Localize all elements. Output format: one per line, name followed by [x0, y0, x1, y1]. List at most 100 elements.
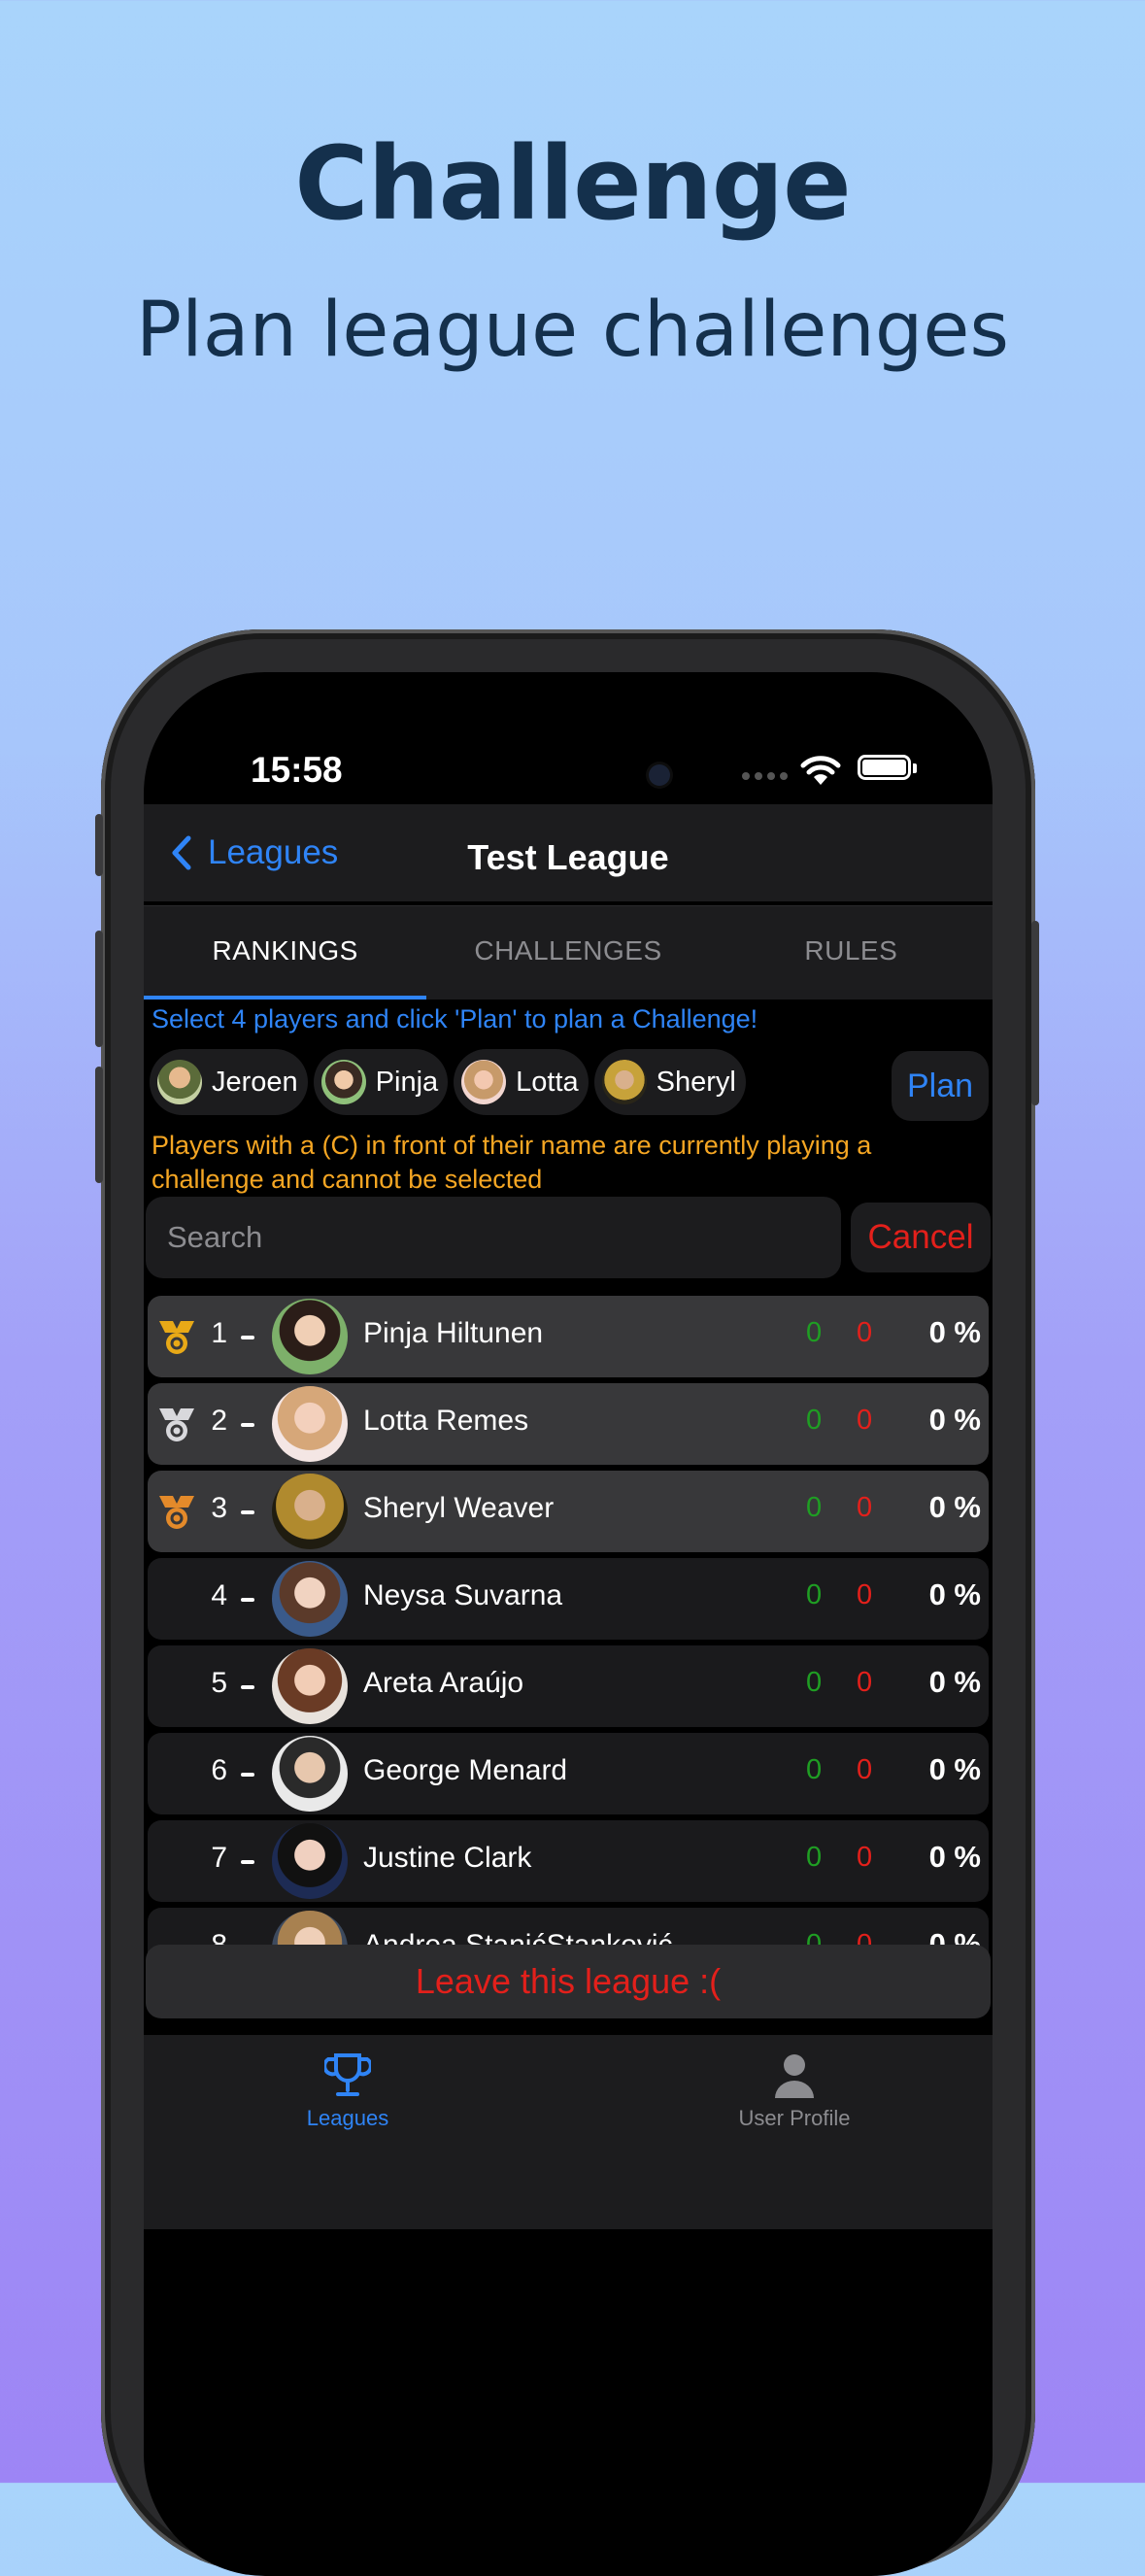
wins-count: 0	[806, 1754, 823, 1785]
losses-count: 0	[857, 1842, 873, 1873]
camera-icon	[649, 764, 670, 786]
ranking-row[interactable]: 7 Justine Clark 0 0 0 %	[148, 1820, 989, 1902]
avatar	[461, 1060, 507, 1104]
phone-side-button	[95, 1067, 103, 1183]
plan-button[interactable]: Plan	[892, 1051, 989, 1121]
ranking-row[interactable]: 4 Neysa Suvarna 0 0 0 %	[148, 1558, 989, 1640]
rank-number: 6	[211, 1754, 227, 1786]
losses-count: 0	[857, 1754, 873, 1785]
battery-cap	[913, 763, 917, 773]
player-name: Areta Araújo	[363, 1667, 524, 1699]
cancel-button[interactable]: Cancel	[851, 1203, 991, 1272]
rank-number: 4	[211, 1579, 227, 1611]
selected-player-chip[interactable]: Lotta	[454, 1049, 589, 1115]
ranking-row[interactable]: 6 George Menard 0 0 0 %	[148, 1733, 989, 1814]
page-title: Test League	[467, 837, 669, 877]
rank-number: 1	[211, 1317, 227, 1349]
ranking-row[interactable]: 3 Sheryl Weaver 0 0 0 %	[148, 1471, 989, 1552]
player-name: Justine Clark	[363, 1842, 532, 1874]
tabbar-label: User Profile	[738, 2106, 851, 2130]
win-percentage: 0 %	[928, 1403, 981, 1437]
wins-count: 0	[806, 1579, 823, 1610]
win-percentage: 0 %	[928, 1315, 981, 1349]
phone-screen: 15:58 Leagues Test League RANKINGS CHALL…	[144, 672, 993, 2576]
avatar	[272, 1648, 348, 1724]
tab-rankings[interactable]: RANKINGS	[144, 906, 427, 1000]
player-name: Sheryl Weaver	[363, 1492, 555, 1524]
avatar	[272, 1299, 348, 1374]
tabbar-item-user-profile[interactable]: User Profile	[712, 2051, 877, 2131]
losses-count: 0	[857, 1667, 873, 1698]
marketing-title: Challenge	[294, 124, 851, 243]
selected-player-chip[interactable]: Pinja	[313, 1049, 449, 1115]
tabbar-item-leagues[interactable]: Leagues	[299, 2051, 396, 2131]
phone-side-button	[1031, 921, 1039, 1105]
rank-dash-icon	[241, 1510, 254, 1514]
wins-count: 0	[806, 1667, 823, 1698]
avatar	[272, 1474, 348, 1549]
chip-label: Pinja	[375, 1066, 439, 1098]
phone-side-button	[95, 814, 103, 876]
chip-label: Sheryl	[656, 1066, 736, 1098]
wins-count: 0	[806, 1842, 823, 1873]
rank-number: 2	[211, 1405, 227, 1437]
rank-dash-icon	[241, 1685, 254, 1689]
challenge-warning: Players with a (C) in front of their nam…	[152, 1131, 872, 1194]
selected-players: Jeroen Pinja Lotta Sheryl	[150, 1049, 746, 1115]
avatar	[601, 1060, 647, 1104]
person-icon	[775, 2054, 814, 2098]
segment-tabs: RANKINGS CHALLENGES RULES	[144, 905, 993, 1000]
marketing-subtitle: Plan league challenges	[136, 287, 1009, 374]
tab-challenges[interactable]: CHALLENGES	[426, 906, 709, 1000]
player-name: Neysa Suvarna	[363, 1579, 563, 1611]
win-percentage: 0 %	[928, 1752, 981, 1786]
tabbar-label: Leagues	[306, 2106, 389, 2130]
selected-player-chip[interactable]: Sheryl	[593, 1049, 746, 1115]
wins-count: 0	[806, 1317, 823, 1348]
phone-side-button	[95, 931, 103, 1047]
status-time: 15:58	[251, 750, 343, 790]
tab-rules[interactable]: RULES	[710, 906, 993, 1000]
player-name: Lotta Remes	[363, 1405, 529, 1437]
rank-number: 5	[211, 1667, 227, 1699]
win-percentage: 0 %	[928, 1840, 981, 1874]
battery-icon	[858, 755, 911, 780]
cellular-signal-icon	[742, 772, 788, 780]
losses-count: 0	[857, 1492, 873, 1523]
leave-league-button[interactable]: Leave this league :(	[146, 1945, 991, 2018]
wifi-icon	[800, 756, 841, 785]
phone-frame: 15:58 Leagues Test League RANKINGS CHALL…	[95, 629, 1039, 2576]
selected-player-chip[interactable]: Jeroen	[150, 1049, 308, 1115]
win-percentage: 0 %	[928, 1577, 981, 1611]
rank-dash-icon	[241, 1860, 254, 1864]
losses-count: 0	[857, 1317, 873, 1348]
losses-count: 0	[857, 1579, 873, 1610]
player-name: Pinja Hiltunen	[363, 1317, 544, 1349]
losses-count: 0	[857, 1405, 873, 1436]
ranking-row[interactable]: 5 Areta Araújo 0 0 0 %	[148, 1645, 989, 1727]
avatar	[272, 1823, 348, 1899]
rank-dash-icon	[241, 1336, 254, 1339]
avatar	[157, 1060, 202, 1104]
chip-label: Jeroen	[212, 1066, 298, 1098]
instruction-text: Select 4 players and click 'Plan' to pla…	[152, 1004, 758, 1034]
rankings-list[interactable]: 1 Pinja Hiltunen 0 0 0 % 2 Lotta Remes 0 0 0 % 3 Sh…	[148, 1296, 989, 1954]
rank-number: 3	[211, 1492, 227, 1524]
win-percentage: 0 %	[928, 1490, 981, 1524]
wins-count: 0	[806, 1405, 823, 1436]
rank-dash-icon	[241, 1423, 254, 1427]
win-percentage: 0 %	[928, 1665, 981, 1699]
avatar	[272, 1736, 348, 1812]
rank-dash-icon	[241, 1598, 254, 1602]
rank-number: 7	[211, 1842, 227, 1874]
avatar	[272, 1386, 348, 1462]
ranking-row[interactable]: 2 Lotta Remes 0 0 0 %	[148, 1383, 989, 1465]
trophy-icon	[322, 2053, 373, 2096]
avatar	[320, 1060, 366, 1104]
chip-label: Lotta	[516, 1066, 579, 1098]
search-input[interactable]: Search	[146, 1197, 841, 1278]
player-name: George Menard	[363, 1754, 568, 1786]
avatar	[272, 1561, 348, 1637]
rank-dash-icon	[241, 1773, 254, 1777]
ranking-row[interactable]: 1 Pinja Hiltunen 0 0 0 %	[148, 1296, 989, 1377]
